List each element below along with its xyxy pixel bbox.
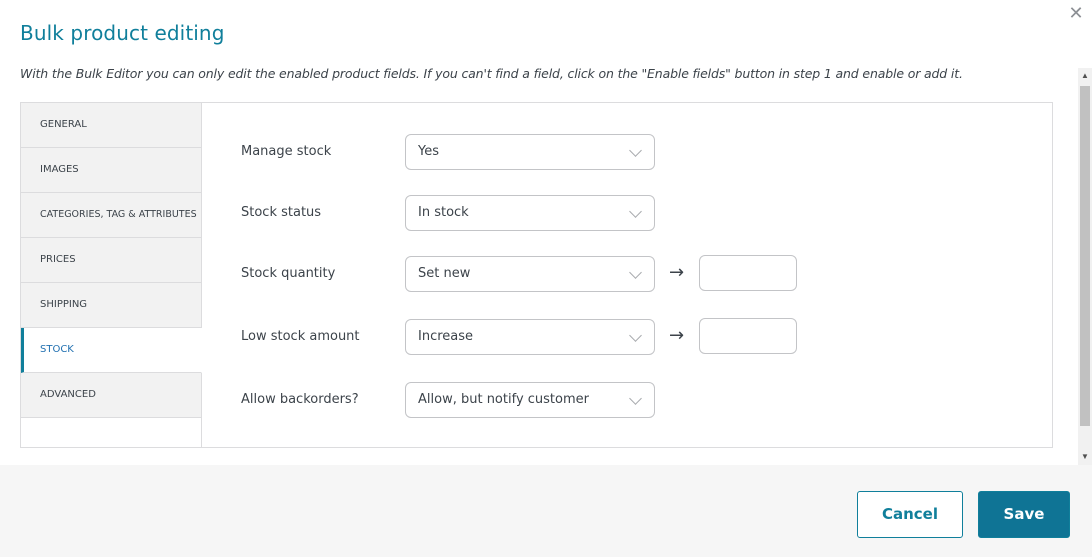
stock-quantity-select[interactable]: Set new	[405, 256, 655, 292]
cancel-button[interactable]: Cancel	[857, 491, 963, 538]
stock-quantity-label: Stock quantity	[241, 266, 336, 281]
chevron-down-icon	[629, 205, 642, 218]
scroll-thumb[interactable]	[1080, 86, 1090, 426]
modal-description: With the Bulk Editor you can only edit t…	[20, 66, 963, 81]
stock-quantity-value: Set new	[418, 266, 471, 281]
bulk-editor-panel: GENERAL IMAGES CATEGORIES, TAG & ATTRIBU…	[20, 102, 1053, 448]
stock-quantity-row: Stock quantity Set new →	[202, 255, 1002, 292]
tab-advanced[interactable]: ADVANCED	[21, 373, 202, 418]
chevron-down-icon	[629, 266, 642, 279]
tab-general[interactable]: GENERAL	[21, 103, 202, 148]
arrow-right-icon: →	[669, 262, 685, 283]
stock-quantity-input[interactable]	[699, 255, 797, 291]
tab-images[interactable]: IMAGES	[21, 148, 202, 193]
modal-footer: Cancel Save	[0, 465, 1092, 557]
scroll-up-icon[interactable]: ▲	[1078, 68, 1092, 84]
allow-backorders-label: Allow backorders?	[241, 392, 359, 407]
arrow-right-icon: →	[669, 325, 685, 346]
stock-status-select[interactable]: In stock	[405, 195, 655, 231]
chevron-down-icon	[629, 329, 642, 342]
save-button[interactable]: Save	[978, 491, 1070, 538]
low-stock-amount-label: Low stock amount	[241, 329, 360, 344]
scrollbar[interactable]: ▲ ▼	[1078, 68, 1092, 465]
modal-title: Bulk product editing	[20, 21, 225, 45]
tab-prices[interactable]: PRICES	[21, 238, 202, 283]
low-stock-amount-input[interactable]	[699, 318, 797, 354]
manage-stock-select[interactable]: Yes	[405, 134, 655, 170]
chevron-down-icon	[629, 144, 642, 157]
allow-backorders-row: Allow backorders? Allow, but notify cust…	[202, 382, 1002, 418]
stock-status-value: In stock	[418, 205, 469, 220]
manage-stock-value: Yes	[418, 144, 439, 159]
close-icon[interactable]: ✕	[1066, 4, 1086, 24]
low-stock-amount-value: Increase	[418, 329, 474, 344]
stock-status-row: Stock status In stock	[202, 195, 1002, 231]
tab-categories-tag-attributes[interactable]: CATEGORIES, TAG & ATTRIBUTES	[21, 193, 202, 238]
stock-status-label: Stock status	[241, 205, 322, 220]
manage-stock-label: Manage stock	[241, 144, 332, 159]
tab-stock[interactable]: STOCK	[21, 328, 202, 373]
tab-shipping[interactable]: SHIPPING	[21, 283, 202, 328]
allow-backorders-select[interactable]: Allow, but notify customer	[405, 382, 655, 418]
scroll-down-icon[interactable]: ▼	[1078, 449, 1092, 465]
tab-list: GENERAL IMAGES CATEGORIES, TAG & ATTRIBU…	[21, 103, 202, 447]
allow-backorders-value: Allow, but notify customer	[418, 392, 589, 407]
chevron-down-icon	[629, 392, 642, 405]
low-stock-amount-row: Low stock amount Increase →	[202, 318, 1002, 355]
low-stock-amount-select[interactable]: Increase	[405, 319, 655, 355]
manage-stock-row: Manage stock Yes	[202, 134, 1002, 170]
stock-fields: Manage stock Yes Stock status In stock S…	[202, 103, 1052, 447]
